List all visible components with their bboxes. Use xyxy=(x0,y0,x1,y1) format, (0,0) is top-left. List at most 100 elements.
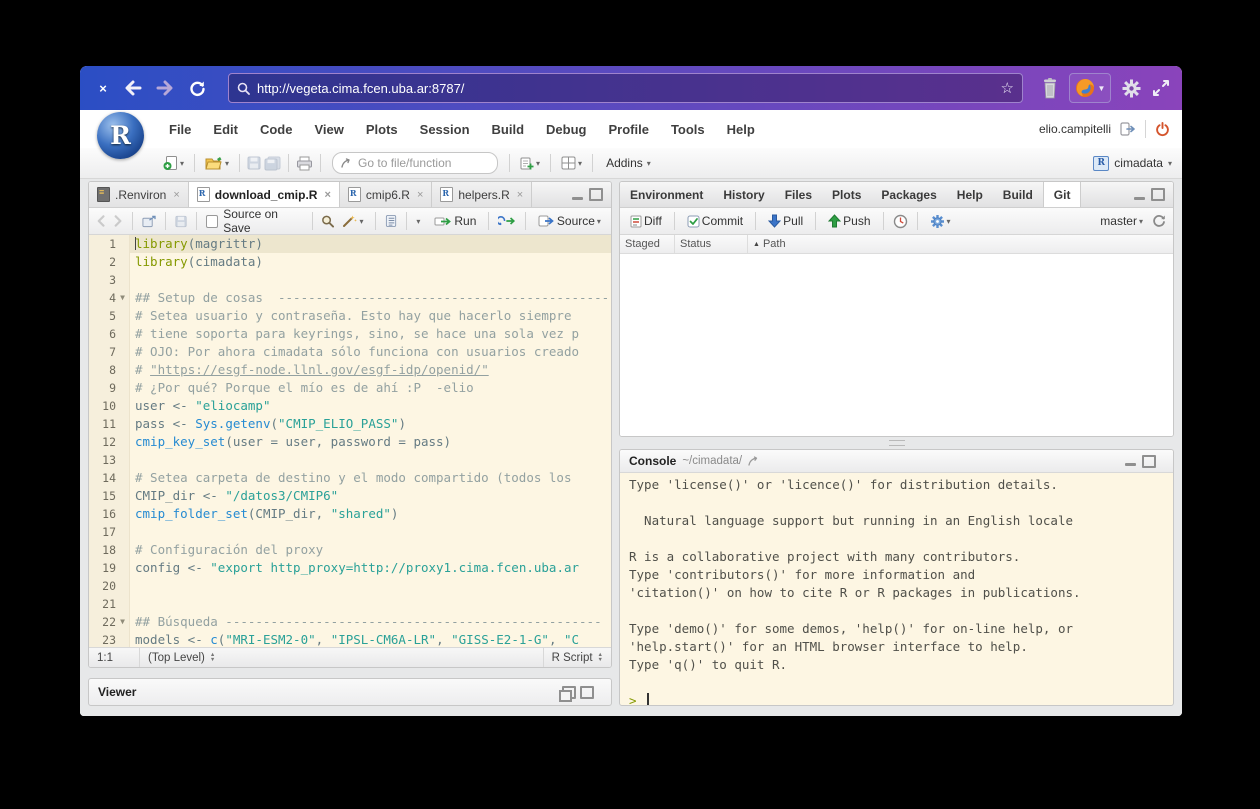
open-file-button[interactable]: ▾ xyxy=(202,154,232,172)
show-in-new-window-icon[interactable] xyxy=(142,215,156,228)
compile-report-icon[interactable] xyxy=(385,214,397,228)
maximize-icon[interactable] xyxy=(1142,454,1156,468)
tab-plots[interactable]: Plots xyxy=(822,182,871,207)
tab-download_cmip.R[interactable]: download_cmip.R × xyxy=(188,182,340,207)
branch-selector[interactable]: master ▾ xyxy=(1097,212,1146,230)
menu-view[interactable]: View xyxy=(303,122,354,137)
project-selector[interactable]: R cimadata ▾ xyxy=(1093,155,1172,171)
viewer-tab[interactable]: Viewer xyxy=(98,685,136,699)
history-clock-icon[interactable] xyxy=(893,214,908,229)
rerun-icon[interactable] xyxy=(498,215,516,227)
run-button[interactable]: Run xyxy=(431,212,479,230)
save-icon[interactable] xyxy=(247,156,261,170)
url-text[interactable]: http://vegeta.cima.fcen.uba.ar:8787/ xyxy=(257,81,994,96)
print-icon[interactable] xyxy=(296,156,313,171)
commit-button[interactable]: Commit xyxy=(684,212,746,230)
tab-files[interactable]: Files xyxy=(775,182,822,207)
menu-help[interactable]: Help xyxy=(716,122,766,137)
tab-history[interactable]: History xyxy=(713,182,774,207)
tab-packages[interactable]: Packages xyxy=(871,182,946,207)
tab-help[interactable]: Help xyxy=(947,182,993,207)
column-staged[interactable]: Staged xyxy=(620,235,675,253)
close-tab-icon[interactable]: × xyxy=(92,81,114,96)
save-icon[interactable] xyxy=(175,215,187,228)
console-output[interactable]: Type 'license()' or 'licence()' for dist… xyxy=(620,473,1173,705)
menu-tools[interactable]: Tools xyxy=(660,122,716,137)
menu-debug[interactable]: Debug xyxy=(535,122,597,137)
reload-button[interactable] xyxy=(184,75,210,101)
r-file-icon xyxy=(347,187,361,202)
git-more-button[interactable]: ▾ xyxy=(927,212,954,231)
menu-code[interactable]: Code xyxy=(249,122,304,137)
scope-selector[interactable]: (Top Level) ▲ ▼ xyxy=(140,648,223,667)
source-on-save-checkbox[interactable] xyxy=(206,214,219,228)
new-file-button[interactable]: ▾ xyxy=(160,153,187,173)
close-icon[interactable]: × xyxy=(417,189,423,201)
diff-button[interactable]: Diff xyxy=(627,212,665,230)
menu-file[interactable]: File xyxy=(158,122,202,137)
token: user <- xyxy=(135,398,196,413)
console-prompt-line[interactable]: > xyxy=(629,692,1164,705)
forward-button[interactable] xyxy=(152,75,178,101)
console-tab[interactable]: Console xyxy=(629,454,676,468)
column-path[interactable]: ▲ Path xyxy=(748,235,791,253)
url-bar[interactable]: http://vegeta.cima.fcen.uba.ar:8787/ ☆ xyxy=(228,73,1023,103)
minimize-icon[interactable] xyxy=(1125,463,1136,466)
git-file-list[interactable] xyxy=(620,254,1173,436)
menu-edit[interactable]: Edit xyxy=(202,122,249,137)
menu-plots[interactable]: Plots xyxy=(355,122,409,137)
fullscreen-icon[interactable] xyxy=(1152,79,1170,97)
tab-cmip6.R[interactable]: cmip6.R × xyxy=(339,182,433,207)
fold-arrow-icon[interactable]: ▼ xyxy=(116,289,129,307)
close-icon[interactable]: × xyxy=(517,189,523,201)
popout-icon[interactable] xyxy=(559,685,576,702)
menu-session[interactable]: Session xyxy=(409,122,481,137)
sign-out-icon[interactable] xyxy=(1120,122,1136,136)
tab-git[interactable]: Git xyxy=(1042,182,1082,207)
goto-file-search[interactable]: Go to file/function xyxy=(332,152,499,174)
tab-helpers.R[interactable]: helpers.R × xyxy=(432,182,533,207)
right-column: Environment History Files Plots Packages Help… xyxy=(619,181,1174,706)
addins-button[interactable]: Addins ▾ xyxy=(600,156,657,170)
gear-icon[interactable] xyxy=(1121,78,1142,99)
code-editor[interactable]: 1 library(magrittr) 2 library(cimadata) 3 4 ▼… xyxy=(89,235,611,647)
menu-build[interactable]: Build xyxy=(481,122,536,137)
refresh-icon[interactable] xyxy=(1152,214,1166,228)
bookmark-star-icon[interactable]: ☆ xyxy=(1001,79,1014,97)
pull-button[interactable]: Pull xyxy=(765,212,806,230)
quit-session-icon[interactable] xyxy=(1155,121,1170,137)
tab-.Renviron[interactable]: .Renviron × xyxy=(89,182,189,207)
maximize-icon[interactable] xyxy=(1151,188,1165,201)
find-replace-icon[interactable] xyxy=(321,214,335,228)
line-number-gutter: 13 xyxy=(89,451,130,469)
tab-environment[interactable]: Environment xyxy=(620,182,713,207)
trash-icon[interactable] xyxy=(1041,77,1059,99)
version-control-button[interactable]: ▾ xyxy=(517,154,543,173)
workspace-panes-button[interactable]: ▾ xyxy=(558,154,585,172)
column-status[interactable]: Status xyxy=(675,235,748,253)
push-button[interactable]: Push xyxy=(825,212,873,230)
tab-build[interactable]: Build xyxy=(993,182,1043,207)
firefox-menu-button[interactable]: ▼ xyxy=(1069,73,1111,103)
chevron-down-icon[interactable]: ▾ xyxy=(416,217,420,226)
forward-chevron-icon[interactable] xyxy=(112,215,123,227)
doc-type-selector[interactable]: R Script ▲ ▼ xyxy=(542,648,611,667)
close-icon[interactable]: × xyxy=(173,189,179,201)
pane-splitter[interactable] xyxy=(619,437,1174,449)
save-all-icon[interactable] xyxy=(264,156,281,171)
fold-arrow-icon[interactable]: ▼ xyxy=(116,613,129,631)
goto-directory-icon[interactable] xyxy=(748,456,761,466)
menu-profile[interactable]: Profile xyxy=(597,122,659,137)
close-icon[interactable]: × xyxy=(324,189,330,201)
console-line: Type 'license()' or 'licence()' for dist… xyxy=(629,477,1058,492)
source-button[interactable]: Source ▾ xyxy=(535,212,604,230)
maximize-icon[interactable] xyxy=(589,188,603,201)
code-tools-button[interactable]: ▾ xyxy=(339,212,366,230)
back-chevron-icon[interactable] xyxy=(96,215,107,227)
maximize-icon[interactable] xyxy=(580,685,594,699)
minimize-icon[interactable] xyxy=(1134,196,1145,200)
back-button[interactable] xyxy=(120,75,146,101)
minimize-icon[interactable] xyxy=(572,196,583,200)
